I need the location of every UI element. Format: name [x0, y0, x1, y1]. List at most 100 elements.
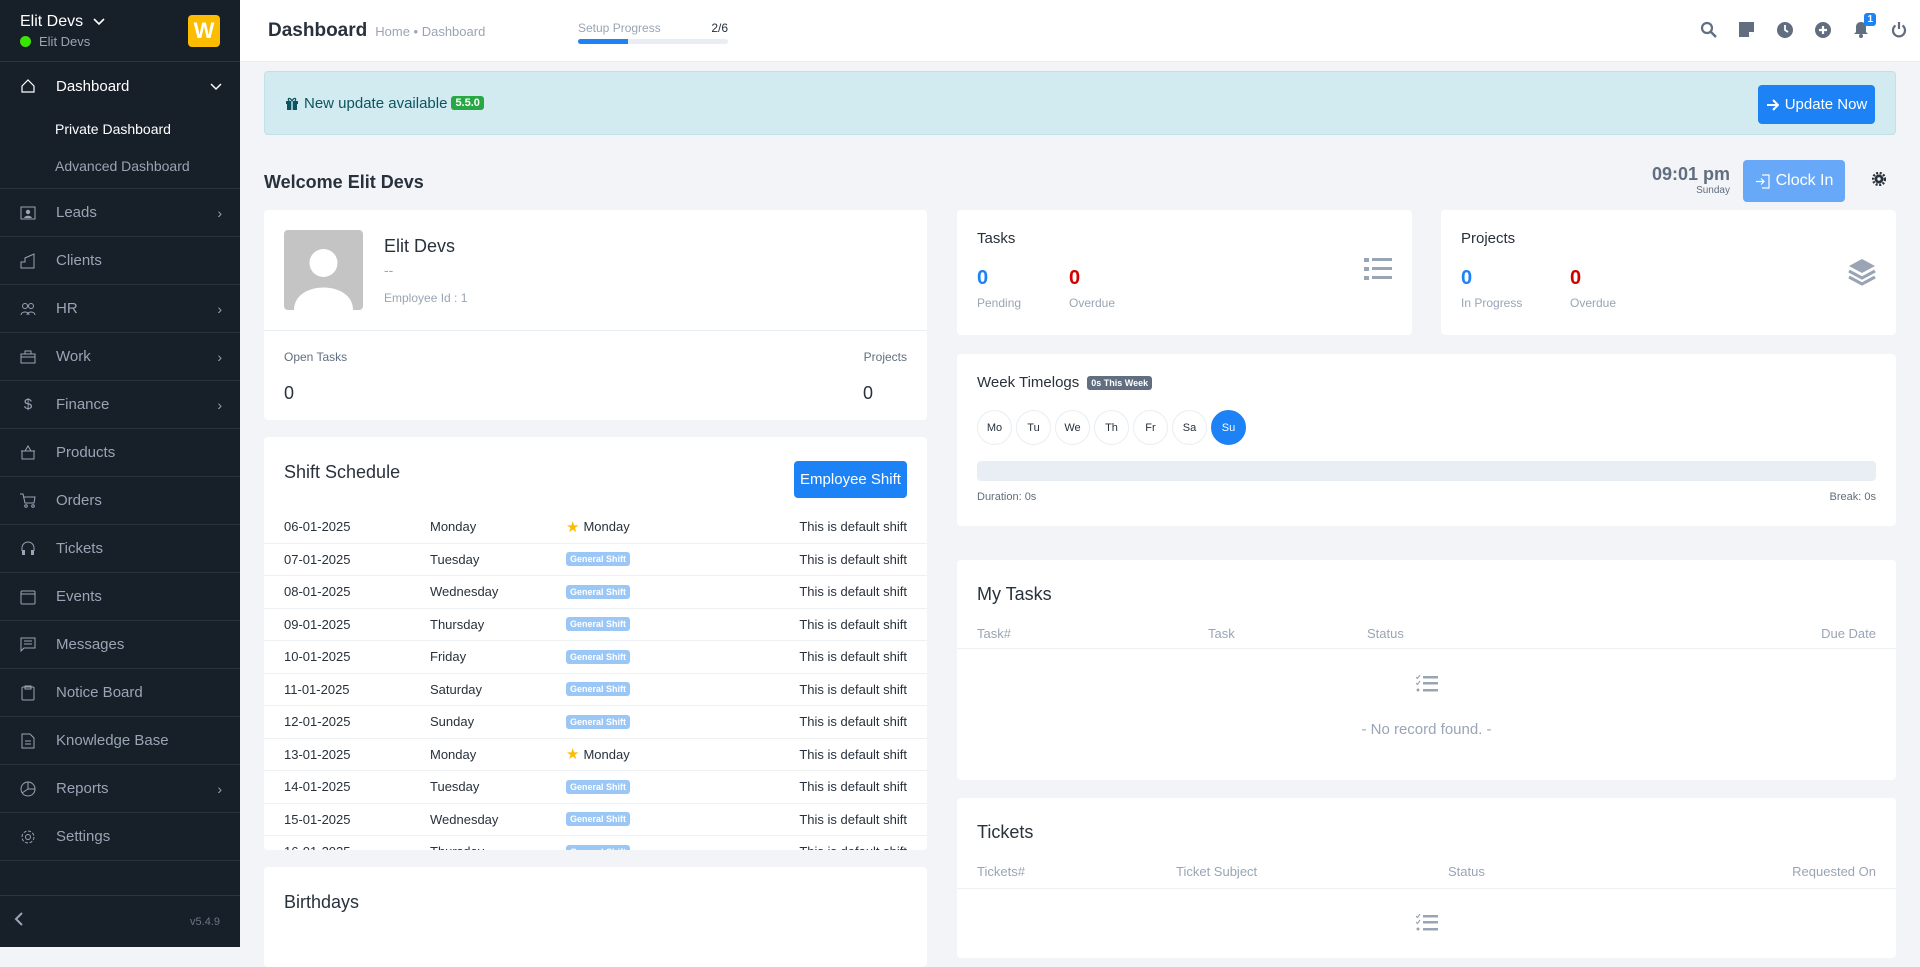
shift-badge[interactable]: General Shift [566, 617, 631, 632]
day-button[interactable]: Mo [977, 410, 1012, 445]
avatar[interactable] [284, 230, 363, 310]
shift-badge[interactable]: General Shift [566, 649, 631, 664]
shift-row: 10-01-2025 Friday General Shift This is def… [264, 641, 927, 674]
calendar-icon [20, 589, 36, 605]
shift-cell: General Shift [566, 584, 631, 599]
shift-badge[interactable]: General Shift [566, 714, 631, 729]
chevron-right-icon: › [217, 348, 222, 365]
sidebar-item-tickets[interactable]: Tickets [0, 525, 240, 573]
overdue-projects-count[interactable]: 0 [1570, 267, 1581, 290]
shift-badge[interactable]: General Shift [566, 682, 631, 697]
setup-progress-label: Setup Progress [578, 21, 661, 35]
shift-schedule-table[interactable]: 06-01-2025 Monday ★ Monday This is default s… [264, 511, 927, 850]
sticky-note-button[interactable] [1737, 20, 1756, 39]
chevron-down-icon [93, 18, 105, 26]
gift-icon [286, 97, 298, 110]
projects-card-title: Projects [1461, 230, 1516, 247]
notifications-button[interactable]: 1 [1851, 13, 1876, 39]
breadcrumb[interactable]: Home • Dashboard [375, 24, 485, 39]
logout-button[interactable] [1889, 20, 1908, 39]
list-icon [1364, 258, 1392, 285]
sidebar-subitem-private-dashboard[interactable]: Private Dashboard [0, 110, 240, 147]
day-button[interactable]: Fr [1133, 410, 1168, 445]
my-tasks-card: My Tasks Task# Task Status Due Date - No… [957, 560, 1896, 780]
sidebar-item-events[interactable]: Events [0, 573, 240, 621]
profile-card: Elit Devs -- Employee Id : 1 Open Tasks … [264, 210, 927, 420]
employee-shift-button[interactable]: Employee Shift [794, 461, 907, 498]
sidebar-item-products[interactable]: Products [0, 429, 240, 477]
app-version: v5.4.9 [190, 915, 220, 928]
clock-in-button[interactable]: Clock In [1743, 160, 1845, 202]
update-now-button[interactable]: Update Now [1758, 85, 1875, 124]
shift-day: Monday [430, 519, 477, 535]
main-content: New update available 5.5.0 Update Now We… [264, 71, 1896, 202]
chevron-right-icon: › [217, 396, 222, 413]
sidebar-item-label: Products [56, 444, 116, 461]
birthdays-title: Birthdays [284, 892, 360, 912]
shift-cell: ★ Monday [566, 518, 630, 536]
app-logo[interactable]: W [188, 15, 220, 47]
pending-tasks-count[interactable]: 0 [977, 267, 988, 290]
task-list-icon [1415, 913, 1438, 937]
projects-value[interactable]: 0 [863, 383, 873, 404]
projects-summary-card[interactable]: Projects 0 In Progress 0 Overdue [1441, 210, 1896, 335]
chevron-right-icon: › [217, 300, 222, 317]
shift-day: Tuesday [430, 779, 480, 795]
dashboard-settings-button[interactable] [1871, 171, 1887, 191]
column-header-status: Status [1448, 864, 1485, 879]
sidebar-item-clients[interactable]: Clients [0, 237, 240, 285]
search-button[interactable] [1699, 20, 1718, 39]
chevron-left-icon [14, 912, 23, 926]
shift-badge[interactable]: General Shift [566, 779, 631, 794]
dashboard-submenu: Private Dashboard Advanced Dashboard [0, 110, 240, 189]
shift-row: 11-01-2025 Saturday General Shift This is d… [264, 674, 927, 706]
day-button[interactable]: Sa [1172, 410, 1207, 445]
day-button[interactable]: Th [1094, 410, 1129, 445]
day-button[interactable]: Tu [1016, 410, 1051, 445]
tasks-summary-card[interactable]: Tasks 0 Pending 0 Overdue [957, 210, 1412, 335]
shift-note: This is default shift [799, 616, 907, 632]
sidebar-item-messages[interactable]: Messages [0, 621, 240, 669]
sidebar-item-reports[interactable]: Reports › [0, 765, 240, 813]
company-name: Elit Devs [20, 13, 84, 30]
sidebar-item-finance[interactable]: $ Finance › [0, 381, 240, 429]
quick-add-button[interactable] [1813, 20, 1832, 39]
collapse-sidebar-button[interactable] [14, 912, 24, 931]
sidebar-item-orders[interactable]: Orders [0, 477, 240, 525]
sidebar-item-label: Clients [56, 252, 102, 269]
shift-note: This is default shift [799, 519, 907, 535]
shift-cell: General Shift [566, 844, 631, 850]
shift-note: This is default shift [799, 779, 907, 795]
sidebar-item-settings[interactable]: Settings [0, 813, 240, 861]
sidebar-subitem-advanced-dashboard[interactable]: Advanced Dashboard [0, 147, 240, 184]
sidebar-item-leads[interactable]: Leads › [0, 189, 240, 237]
day-button[interactable]: We [1055, 410, 1090, 445]
sidebar-item-work[interactable]: Work › [0, 333, 240, 381]
day-button[interactable]: Su [1211, 410, 1246, 445]
arrow-right-icon [1766, 98, 1779, 111]
power-icon [1891, 22, 1906, 38]
holiday-name: Monday [583, 519, 630, 535]
shift-badge[interactable]: General Shift [566, 844, 631, 850]
shift-badge[interactable]: General Shift [566, 552, 631, 567]
sidebar-item-notice-board[interactable]: Notice Board [0, 669, 240, 717]
user-name: Elit Devs [39, 34, 91, 49]
overdue-tasks-count[interactable]: 0 [1069, 267, 1080, 290]
shift-badge[interactable]: General Shift [566, 584, 631, 599]
sidebar-item-hr[interactable]: HR › [0, 285, 240, 333]
sidebar-item-label: Events [56, 588, 102, 605]
shift-cell: General Shift [566, 649, 631, 664]
sidebar-item-label: Knowledge Base [56, 732, 169, 749]
profile-name[interactable]: Elit Devs [384, 236, 455, 257]
shift-badge[interactable]: General Shift [566, 812, 631, 827]
open-tasks-value[interactable]: 0 [284, 383, 294, 404]
column-header-task: Task [1208, 626, 1235, 641]
sidebar-item-knowledge-base[interactable]: Knowledge Base [0, 717, 240, 765]
sidebar-item-dashboard[interactable]: Dashboard [0, 62, 240, 110]
timer-button[interactable] [1775, 20, 1794, 39]
setup-progress[interactable]: Setup Progress 2/6 [578, 21, 728, 44]
shift-date: 16-01-2025 [284, 844, 351, 850]
profile-designation: -- [384, 262, 394, 278]
divider [957, 648, 1896, 649]
in-progress-projects-count[interactable]: 0 [1461, 267, 1472, 290]
